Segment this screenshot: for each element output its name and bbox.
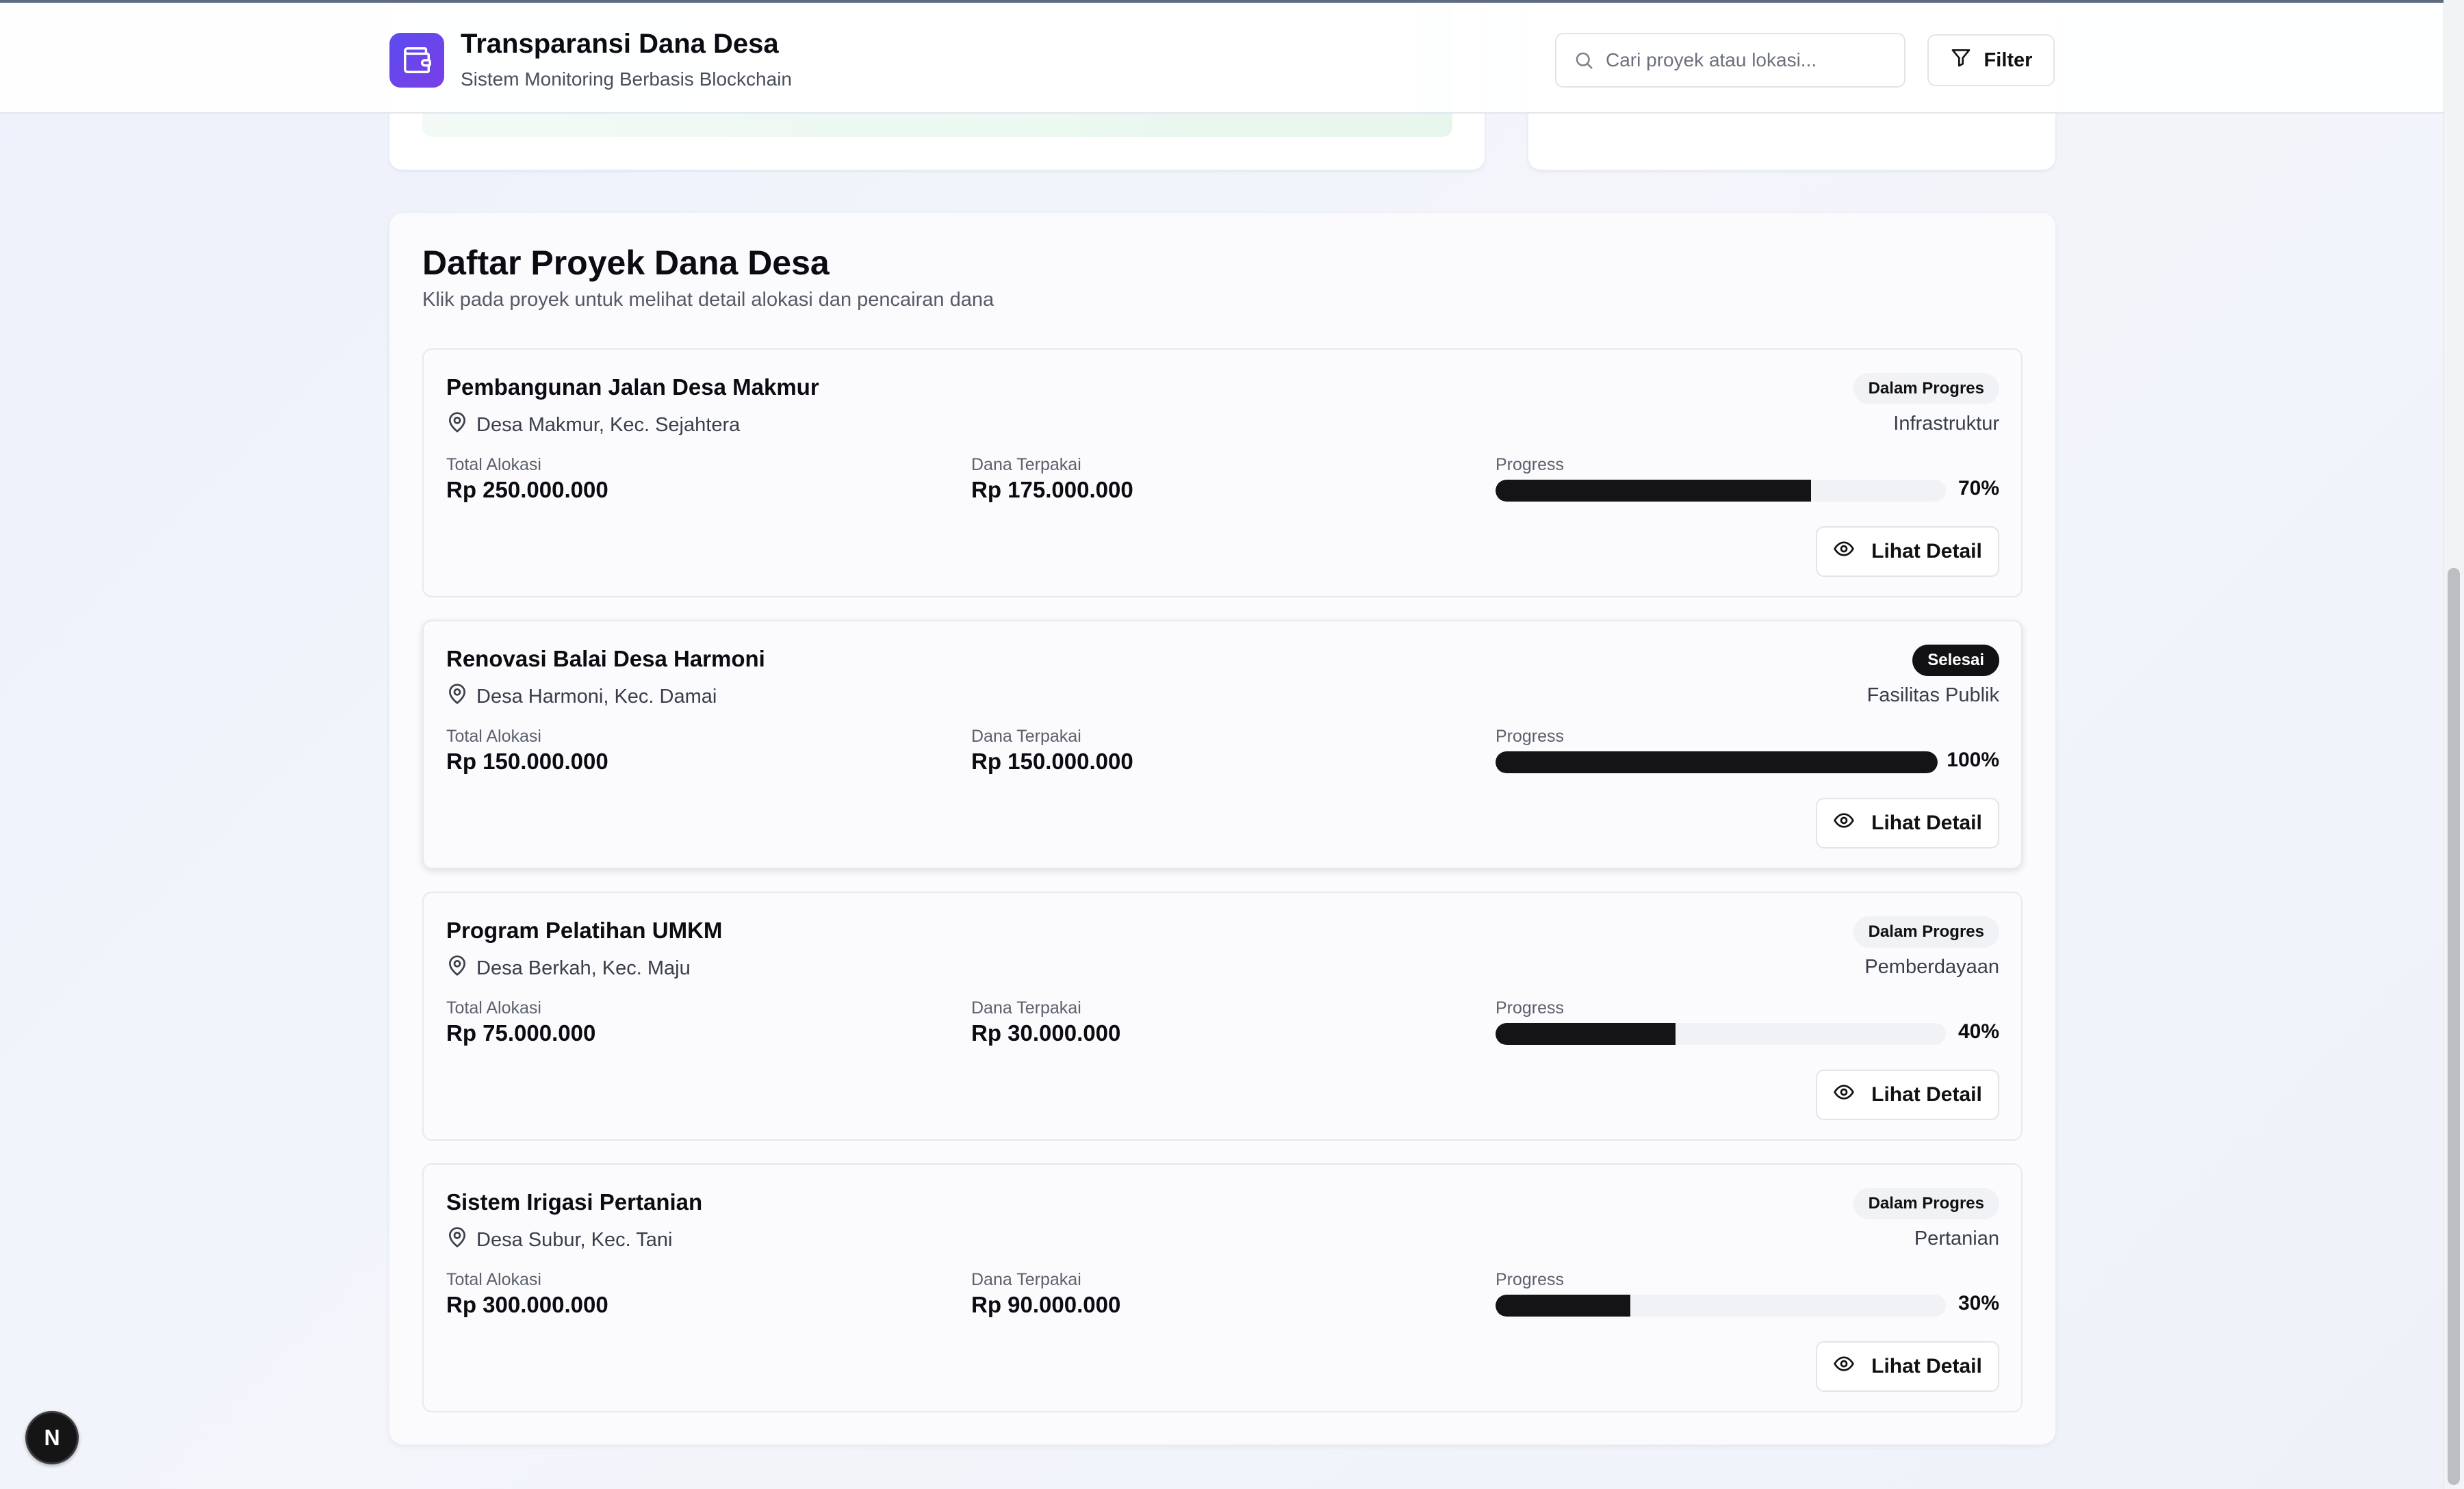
location-text: Desa Subur, Kec. Tani <box>476 1228 673 1251</box>
detail-label: Lihat Detail <box>1871 1083 1982 1106</box>
project-location: Desa Harmoni, Kec. Damai <box>446 683 717 710</box>
map-pin-icon <box>446 683 468 710</box>
project-card[interactable]: Sistem Irigasi Pertanian Desa Subur, Kec… <box>422 1163 2023 1412</box>
search-box[interactable] <box>1555 33 1905 88</box>
view-detail-button[interactable]: Lihat Detail <box>1816 526 1999 577</box>
project-name: Renovasi Balai Desa Harmoni <box>446 646 765 671</box>
view-detail-button[interactable]: Lihat Detail <box>1816 1070 1999 1120</box>
progress-bar <box>1496 480 1946 502</box>
section-description: Klik pada proyek untuk melihat detail al… <box>422 289 994 311</box>
spent-value: Rp 90.000.000 <box>971 1292 1121 1317</box>
spent-value: Rp 30.000.000 <box>971 1020 1121 1046</box>
project-category: Infrastruktur <box>1893 413 1999 435</box>
filter-label: Filter <box>1984 49 2033 71</box>
progress-fill <box>1496 1023 1676 1045</box>
project-card[interactable]: Pembangunan Jalan Desa Makmur Desa Makmu… <box>422 348 2023 597</box>
wallet-icon <box>389 33 444 88</box>
map-pin-icon <box>446 1226 468 1254</box>
progress-percent: 70% <box>1958 477 1999 500</box>
total-value: Rp 300.000.000 <box>446 1292 608 1317</box>
eye-icon <box>1833 1353 1855 1380</box>
project-name: Pembangunan Jalan Desa Makmur <box>446 374 819 400</box>
project-category: Pemberdayaan <box>1864 956 1999 978</box>
eye-icon <box>1833 538 1855 565</box>
project-location: Desa Makmur, Kec. Sejahtera <box>446 411 740 439</box>
progress-fill <box>1496 480 1811 502</box>
progress-percent: 100% <box>1947 749 1999 771</box>
app-subtitle: Sistem Monitoring Berbasis Blockchain <box>461 68 792 90</box>
detail-label: Lihat Detail <box>1871 812 1982 834</box>
spent-value: Rp 175.000.000 <box>971 477 1133 502</box>
progress-bar <box>1496 1023 1946 1045</box>
project-category: Fasilitas Publik <box>1866 684 1999 706</box>
view-detail-button[interactable]: Lihat Detail <box>1816 798 1999 849</box>
app-header: Transparansi Dana Desa Sistem Monitoring… <box>0 0 2443 114</box>
spent-value: Rp 150.000.000 <box>971 749 1133 774</box>
location-text: Desa Harmoni, Kec. Damai <box>476 685 717 708</box>
detail-label: Lihat Detail <box>1871 540 1982 562</box>
total-label: Total Alokasi <box>446 998 541 1018</box>
map-pin-icon <box>446 955 468 982</box>
search-icon <box>1571 48 1596 73</box>
spent-label: Dana Terpakai <box>971 455 1081 474</box>
detail-label: Lihat Detail <box>1871 1355 1982 1377</box>
dev-indicator-button[interactable]: N <box>25 1411 79 1464</box>
progress-label: Progress <box>1496 727 1565 746</box>
project-card[interactable]: Program Pelatihan UMKM Desa Berkah, Kec.… <box>422 892 2023 1141</box>
total-label: Total Alokasi <box>446 1270 541 1289</box>
status-badge: Dalam Progres <box>1853 373 1999 404</box>
location-text: Desa Makmur, Kec. Sejahtera <box>476 413 741 436</box>
total-value: Rp 250.000.000 <box>446 477 608 502</box>
status-badge: Dalam Progres <box>1853 1188 1999 1219</box>
project-name: Program Pelatihan UMKM <box>446 918 723 943</box>
progress-percent: 30% <box>1958 1292 1999 1315</box>
progress-label: Progress <box>1496 1270 1565 1289</box>
filter-button[interactable]: Filter <box>1927 34 2055 86</box>
spent-label: Dana Terpakai <box>971 727 1081 746</box>
progress-percent: 40% <box>1958 1020 1999 1043</box>
total-label: Total Alokasi <box>446 727 541 746</box>
spent-label: Dana Terpakai <box>971 998 1081 1018</box>
project-list-panel: Daftar Proyek Dana Desa Klik pada proyek… <box>389 213 2055 1445</box>
eye-icon <box>1833 810 1855 837</box>
progress-fill <box>1496 751 1938 773</box>
progress-fill <box>1496 1295 1631 1317</box>
total-value: Rp 150.000.000 <box>446 749 608 774</box>
section-title: Daftar Proyek Dana Desa <box>422 244 830 282</box>
project-card[interactable]: Renovasi Balai Desa Harmoni Desa Harmoni… <box>422 620 2023 869</box>
view-detail-button[interactable]: Lihat Detail <box>1816 1341 1999 1392</box>
status-badge: Dalam Progres <box>1853 916 1999 948</box>
search-input[interactable] <box>1606 49 1893 71</box>
project-category: Pertanian <box>1914 1228 1999 1250</box>
project-location: Desa Subur, Kec. Tani <box>446 1226 672 1254</box>
status-badge: Selesai <box>1912 645 1999 676</box>
project-name: Sistem Irigasi Pertanian <box>446 1189 703 1215</box>
scrollbar[interactable] <box>2443 0 2464 1489</box>
total-value: Rp 75.000.000 <box>446 1020 596 1046</box>
project-location: Desa Berkah, Kec. Maju <box>446 955 691 982</box>
progress-bar <box>1496 751 1938 773</box>
progress-label: Progress <box>1496 455 1565 474</box>
map-pin-icon <box>446 411 468 439</box>
total-label: Total Alokasi <box>446 455 541 474</box>
filter-icon <box>1950 47 1972 74</box>
progress-label: Progress <box>1496 998 1565 1018</box>
scrollbar-thumb[interactable] <box>2448 568 2460 1485</box>
spent-label: Dana Terpakai <box>971 1270 1081 1289</box>
eye-icon <box>1833 1081 1855 1109</box>
app-title: Transparansi Dana Desa <box>461 29 779 59</box>
location-text: Desa Berkah, Kec. Maju <box>476 957 691 979</box>
progress-bar <box>1496 1295 1946 1317</box>
